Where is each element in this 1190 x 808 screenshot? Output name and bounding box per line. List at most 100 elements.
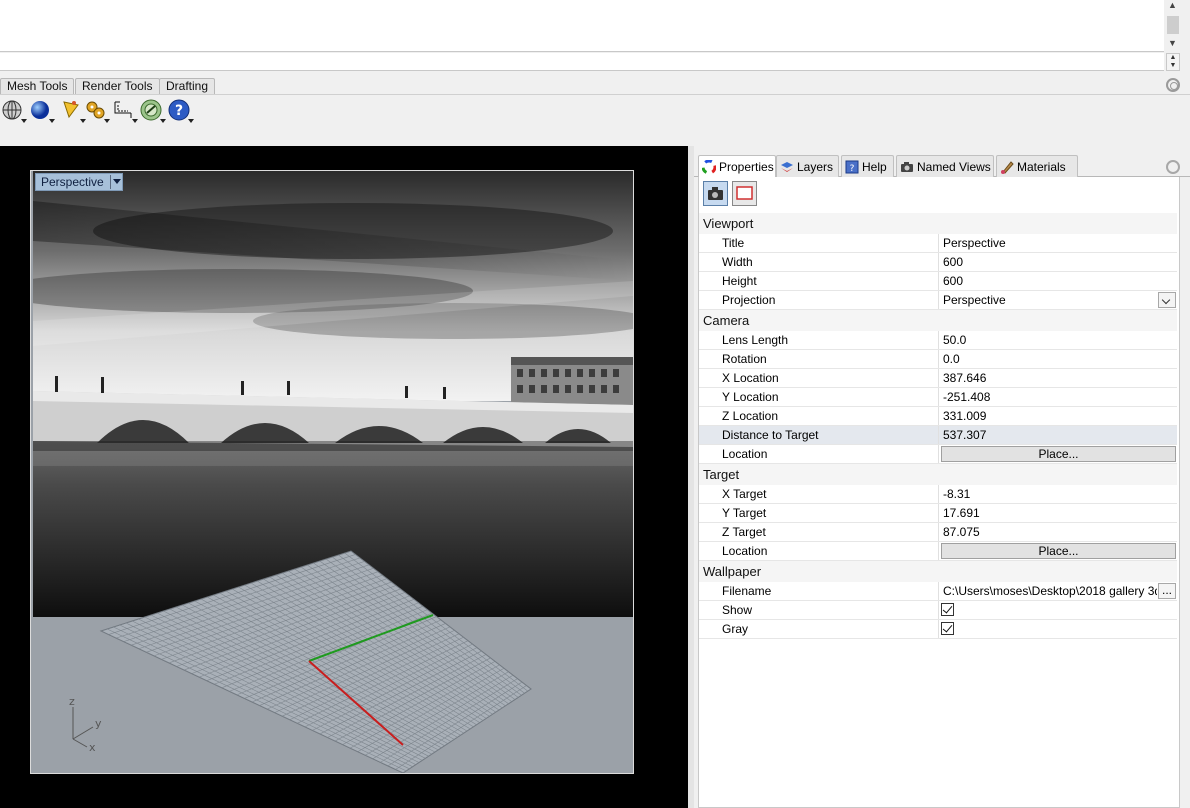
row-z-location: Z Location 331.009: [699, 407, 1177, 426]
row-y-location: Y Location -251.408: [699, 388, 1177, 407]
viewport-area: Perspective z y x: [0, 146, 688, 808]
properties-body: Viewport Title Perspective Width 600 Hei…: [698, 177, 1180, 808]
light-cone-icon[interactable]: [60, 99, 86, 123]
distance-to-target-field[interactable]: 537.307: [939, 426, 1177, 444]
construction-grid: [99, 550, 532, 773]
section-target-header: Target: [699, 464, 1177, 485]
height-field[interactable]: 600: [939, 272, 1177, 290]
tab-help[interactable]: ? Help: [841, 155, 894, 177]
help-icon[interactable]: ?: [168, 99, 194, 123]
globe-icon[interactable]: [140, 99, 166, 123]
tab-properties[interactable]: Properties: [698, 155, 776, 178]
toolbar: ?: [0, 94, 1190, 146]
row-camera-location: Location Place...: [699, 445, 1177, 464]
gray-cell: [939, 620, 1177, 638]
perspective-viewport[interactable]: Perspective z y x: [30, 170, 634, 774]
row-show: Show: [699, 601, 1177, 620]
tab-layers[interactable]: Layers: [776, 155, 839, 177]
toolbar-settings-gear-icon[interactable]: [1166, 78, 1180, 92]
filename-label: Filename: [699, 582, 939, 600]
lens-length-field[interactable]: 50.0: [939, 331, 1177, 349]
browse-file-button[interactable]: ...: [1158, 583, 1176, 599]
brush-icon: [1000, 160, 1014, 174]
x-target-field[interactable]: -8.31: [939, 485, 1177, 503]
distance-to-target-label: Distance to Target: [699, 426, 939, 444]
tab-materials-label: Materials: [1017, 159, 1066, 174]
help-book-icon: ?: [845, 160, 859, 174]
tab-properties-label: Properties: [719, 160, 774, 174]
property-grid: Viewport Title Perspective Width 600 Hei…: [699, 213, 1177, 639]
y-target-field[interactable]: 17.691: [939, 504, 1177, 522]
tab-mesh-tools[interactable]: Mesh Tools: [0, 78, 75, 94]
x-target-label: X Target: [699, 485, 939, 503]
row-x-target: X Target -8.31: [699, 485, 1177, 504]
show-label: Show: [699, 601, 939, 619]
z-target-field[interactable]: 87.075: [939, 523, 1177, 541]
target-place-button[interactable]: Place...: [941, 543, 1176, 559]
section-viewport-header: Viewport: [699, 213, 1177, 234]
row-title: Title Perspective: [699, 234, 1177, 253]
width-label: Width: [699, 253, 939, 271]
camera-place-button[interactable]: Place...: [941, 446, 1176, 462]
viewport-display-button[interactable]: [732, 181, 757, 206]
render-sphere-icon[interactable]: [29, 99, 55, 123]
gear-options-icon[interactable]: [84, 99, 110, 123]
command-input[interactable]: [0, 53, 1164, 71]
color-wheel-icon: [701, 159, 717, 175]
section-wallpaper-header: Wallpaper: [699, 561, 1177, 582]
tab-named-views-label: Named Views: [917, 159, 991, 174]
camera-location-cell: Place...: [939, 445, 1177, 463]
viewport-title-tab[interactable]: Perspective: [35, 173, 123, 191]
width-field[interactable]: 600: [939, 253, 1177, 271]
y-location-field[interactable]: -251.408: [939, 388, 1177, 406]
title-field[interactable]: Perspective: [939, 234, 1177, 252]
projection-value: Perspective: [943, 293, 1006, 307]
rotation-field[interactable]: 0.0: [939, 350, 1177, 368]
command-spin-button[interactable]: ▲ ▼: [1166, 53, 1180, 71]
row-z-target: Z Target 87.075: [699, 523, 1177, 542]
viewport-properties-camera-button[interactable]: [703, 181, 728, 206]
rotation-label: Rotation: [699, 350, 939, 368]
tab-help-label: Help: [862, 159, 887, 174]
tab-named-views[interactable]: Named Views: [896, 155, 994, 177]
projection-label: Projection: [699, 291, 939, 309]
gray-checkbox[interactable]: [941, 622, 954, 635]
row-rotation: Rotation 0.0: [699, 350, 1177, 369]
toolbar-tab-strip: Mesh Tools Render Tools Drafting: [0, 77, 1190, 94]
filename-field[interactable]: C:\Users\moses\Desktop\2018 gallery 3d\.…: [943, 582, 1157, 601]
shaded-sphere-icon[interactable]: [1, 99, 27, 123]
scroll-up-icon[interactable]: ▲: [1168, 0, 1177, 10]
projection-select[interactable]: Perspective: [939, 291, 1177, 309]
target-location-cell: Place...: [939, 542, 1177, 560]
tab-render-tools[interactable]: Render Tools: [75, 78, 160, 94]
height-label: Height: [699, 272, 939, 290]
axis-y-label: y: [95, 717, 102, 730]
viewport-menu-dropdown-icon[interactable]: [109, 175, 121, 189]
z-location-field[interactable]: 331.009: [939, 407, 1177, 425]
scrollbar-thumb[interactable]: [1167, 16, 1179, 34]
panel-settings-gear-icon[interactable]: [1166, 160, 1180, 174]
command-history: [0, 0, 1164, 52]
row-x-location: X Location 387.646: [699, 369, 1177, 388]
filename-cell: C:\Users\moses\Desktop\2018 gallery 3d\.…: [939, 582, 1177, 600]
show-cell: [939, 601, 1177, 619]
tab-drafting[interactable]: Drafting: [159, 78, 216, 94]
row-lens-length: Lens Length 50.0: [699, 331, 1177, 350]
command-history-scrollbar[interactable]: ▲ ▼: [1164, 0, 1182, 52]
chevron-down-icon[interactable]: [1158, 292, 1176, 308]
show-checkbox[interactable]: [941, 603, 954, 616]
layers-icon: [780, 160, 794, 174]
row-filename: Filename C:\Users\moses\Desktop\2018 gal…: [699, 582, 1177, 601]
row-gray: Gray: [699, 620, 1177, 639]
tab-materials[interactable]: Materials: [996, 155, 1078, 177]
tab-layers-label: Layers: [797, 159, 834, 174]
dimension-icon[interactable]: [112, 99, 138, 123]
row-y-target: Y Target 17.691: [699, 504, 1177, 523]
world-axes-icon: z y x: [69, 695, 102, 754]
section-camera-header: Camera: [699, 310, 1177, 331]
x-location-field[interactable]: 387.646: [939, 369, 1177, 387]
scroll-down-icon[interactable]: ▼: [1168, 38, 1177, 48]
z-location-label: Z Location: [699, 407, 939, 425]
x-location-label: X Location: [699, 369, 939, 387]
title-label: Title: [699, 234, 939, 252]
